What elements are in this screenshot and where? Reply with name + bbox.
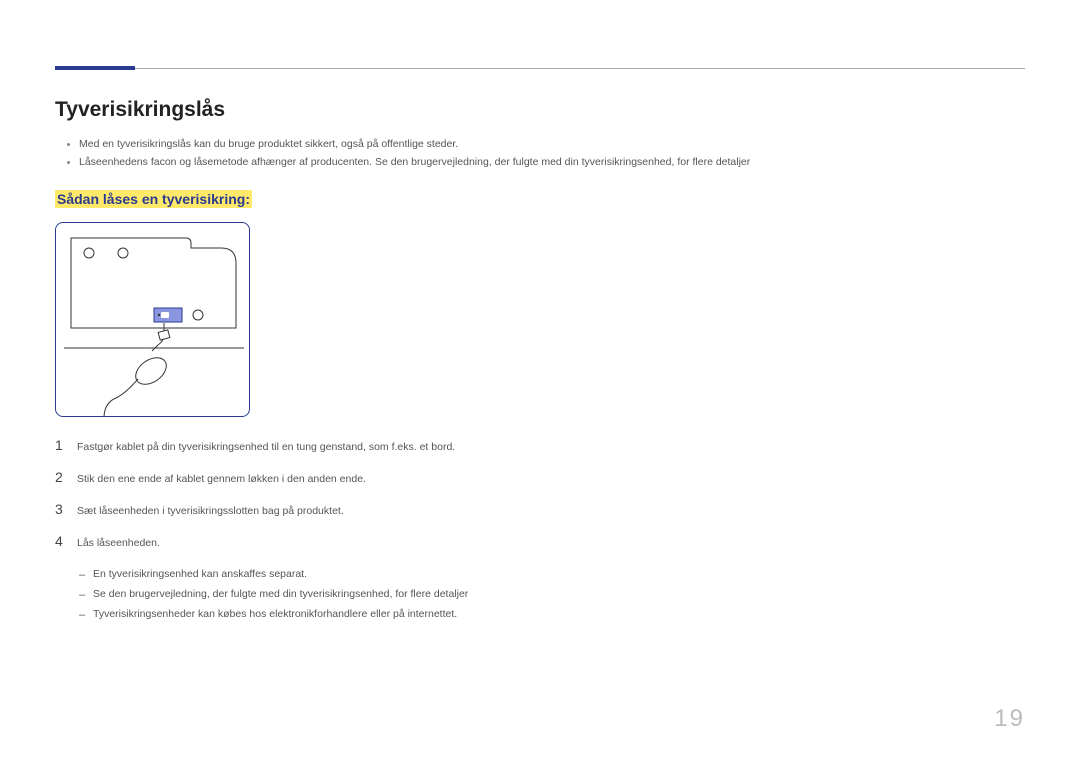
dash-note: Se den brugervejledning, der fulgte med … [55, 585, 1025, 605]
intro-bullet: Med en tyverisikringslås kan du bruge pr… [55, 136, 1025, 154]
header-accent-bar [55, 66, 135, 70]
step-text: Fastgør kablet på din tyverisikringsenhe… [77, 441, 455, 453]
step-text: Lås låseenheden. [77, 537, 160, 549]
step-text: Stik den ene ende af kablet gennem løkke… [77, 473, 366, 485]
dash-note: En tyverisikringsenhed kan anskaffes sep… [55, 565, 1025, 585]
step-number: 4 [55, 533, 77, 549]
dash-note: Tyverisikringsenheder kan købes hos elek… [55, 605, 1025, 625]
lock-diagram [55, 222, 250, 417]
step-item: 4 Lås låseenheden. [55, 533, 1025, 549]
step-item: 1 Fastgør kablet på din tyverisikringsen… [55, 437, 1025, 453]
section-title: Tyverisikringslås [55, 98, 1025, 122]
step-item: 3 Sæt låseenheden i tyverisikringsslotte… [55, 501, 1025, 517]
header-divider [55, 68, 1025, 69]
dash-notes-list: En tyverisikringsenhed kan anskaffes sep… [55, 565, 1025, 625]
page-number: 19 [994, 705, 1025, 733]
page-content: Tyverisikringslås Med en tyverisikringsl… [55, 98, 1025, 625]
step-number: 1 [55, 437, 77, 453]
step-text: Sæt låseenheden i tyverisikringsslotten … [77, 505, 344, 517]
step-number: 2 [55, 469, 77, 485]
sub-section-title: Sådan låses en tyverisikring: [55, 190, 252, 208]
intro-bullet-list: Med en tyverisikringslås kan du bruge pr… [55, 136, 1025, 172]
steps-list: 1 Fastgør kablet på din tyverisikringsen… [55, 437, 1025, 549]
step-number: 3 [55, 501, 77, 517]
intro-bullet: Låseenhedens facon og låsemetode afhænge… [55, 154, 1025, 172]
step-item: 2 Stik den ene ende af kablet gennem løk… [55, 469, 1025, 485]
